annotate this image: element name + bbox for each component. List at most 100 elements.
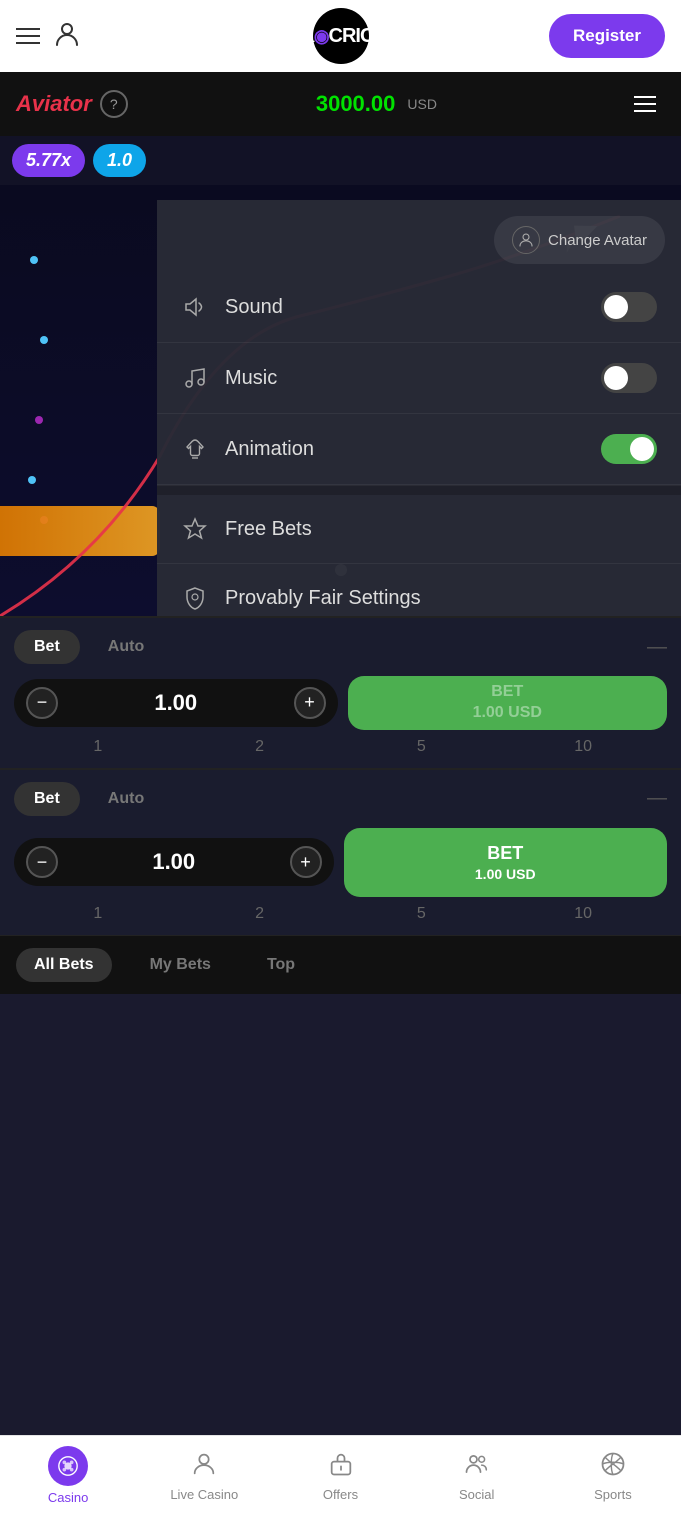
quick-bet-2-1[interactable]: 1 (22, 905, 174, 923)
star-icon (181, 515, 209, 543)
social-icon (463, 1450, 491, 1483)
bets-tab-my[interactable]: My Bets (132, 948, 229, 982)
avatar-icon (512, 226, 540, 254)
top-nav: 1◉ CRIC Register (0, 0, 681, 72)
quick-bet-1-2[interactable]: 2 (184, 738, 336, 756)
nav-casino-label: Casino (48, 1490, 88, 1505)
change-avatar-button[interactable]: Change Avatar (494, 216, 665, 264)
stepper-1-plus[interactable]: + (294, 687, 326, 719)
bet-tabs-2: Bet Auto — (14, 782, 667, 816)
bet-btn-1-line1: BET (358, 682, 658, 703)
bet-tab-2-auto[interactable]: Auto (88, 782, 164, 816)
menu-item-provably-fair[interactable]: Provably Fair Settings (157, 564, 681, 616)
menu-item-music[interactable]: Music (157, 343, 681, 414)
bet-btn-2-line1: BET (358, 842, 654, 865)
animation-icon (181, 435, 209, 463)
music-toggle-knob (604, 366, 628, 390)
stepper-2-value: 1.00 (58, 849, 290, 875)
nav-item-offers[interactable]: Offers (272, 1436, 408, 1515)
bet-btn-1-line2: 1.00 USD (358, 703, 658, 724)
quick-bet-2-5[interactable]: 5 (346, 905, 498, 923)
nav-item-sports[interactable]: Sports (545, 1436, 681, 1515)
aviator-logo: Aviator ? (16, 90, 128, 118)
bet-button-2[interactable]: BET 1.00 USD (344, 828, 668, 898)
menu-item-sound[interactable]: Sound (157, 272, 681, 343)
quick-bet-1-1[interactable]: 1 (22, 738, 174, 756)
bottom-nav-spacer (0, 994, 681, 1074)
quick-bet-1-5[interactable]: 5 (346, 738, 498, 756)
balance-area: 3000.00 USD (316, 91, 437, 117)
shield-icon (181, 584, 209, 612)
bet-panel-2: Bet Auto — − 1.00 + BET 1.00 USD 1 2 5 1… (0, 768, 681, 936)
user-icon[interactable] (52, 19, 82, 54)
settings-menu-button[interactable] (625, 84, 665, 124)
hamburger-icon[interactable] (16, 28, 40, 44)
stepper-1: − 1.00 + (14, 679, 338, 727)
animation-label: Animation (225, 438, 585, 461)
sound-toggle-knob (604, 295, 628, 319)
sports-icon (599, 1450, 627, 1483)
quick-bet-2-2[interactable]: 2 (184, 905, 336, 923)
balance-currency: USD (407, 96, 437, 112)
logo: 1◉ CRIC (313, 8, 369, 64)
animation-toggle[interactable] (601, 434, 657, 464)
bet-tabs-1: Bet Auto — (14, 630, 667, 664)
help-button[interactable]: ? (100, 90, 128, 118)
sound-icon (181, 293, 209, 321)
bet-controls-1: − 1.00 + BET 1.00 USD (14, 676, 667, 730)
stepper-1-minus[interactable]: − (26, 687, 58, 719)
quick-bet-2-10[interactable]: 10 (507, 905, 659, 923)
balance-amount: 3000.00 (316, 91, 396, 117)
nav-sports-label: Sports (594, 1487, 632, 1502)
sound-label: Sound (225, 296, 585, 319)
bet-tab-1-bet[interactable]: Bet (14, 630, 80, 664)
register-button[interactable]: Register (549, 14, 665, 58)
bets-tab-top[interactable]: Top (249, 948, 313, 982)
stepper-1-value: 1.00 (58, 690, 294, 716)
multiplier-purple: 5.77x (12, 144, 85, 177)
multiplier-bar: 5.77x 1.0 (0, 136, 681, 185)
free-bets-label: Free Bets (225, 518, 657, 541)
change-avatar-label: Change Avatar (548, 232, 647, 249)
nav-social-label: Social (459, 1487, 494, 1502)
stepper-2-plus[interactable]: + (290, 846, 322, 878)
bet-tab-1-auto[interactable]: Auto (88, 630, 164, 664)
sound-toggle[interactable] (601, 292, 657, 322)
nav-item-live-casino[interactable]: Live Casino (136, 1436, 272, 1515)
bet-panel-1-dash: — (647, 636, 667, 659)
stepper-2: − 1.00 + (14, 838, 334, 886)
offers-icon (327, 1450, 355, 1483)
music-icon (181, 364, 209, 392)
aviator-brand: Aviator (16, 91, 92, 117)
quick-bets-2: 1 2 5 10 (14, 905, 667, 923)
casino-icon (48, 1446, 88, 1486)
nav-item-social[interactable]: Social (409, 1436, 545, 1515)
nav-live-casino-label: Live Casino (170, 1487, 238, 1502)
multiplier-cyan: 1.0 (93, 144, 146, 177)
provably-fair-label: Provably Fair Settings (225, 587, 657, 610)
bet-tab-2-bet[interactable]: Bet (14, 782, 80, 816)
music-toggle[interactable] (601, 363, 657, 393)
bets-tabs-bar: All Bets My Bets Top (0, 935, 681, 994)
nav-left (16, 19, 82, 54)
change-avatar-row: Change Avatar (157, 200, 681, 272)
bottom-nav: Casino Live Casino Offers (0, 1435, 681, 1515)
live-casino-icon (190, 1450, 218, 1483)
menu-item-animation[interactable]: Animation (157, 414, 681, 485)
nav-item-casino[interactable]: Casino (0, 1436, 136, 1515)
music-label: Music (225, 367, 585, 390)
animation-toggle-knob (630, 437, 654, 461)
menu-item-free-bets[interactable]: Free Bets (157, 495, 681, 564)
nav-offers-label: Offers (323, 1487, 358, 1502)
bets-tab-all[interactable]: All Bets (16, 948, 112, 982)
bet-panel-2-dash: — (647, 787, 667, 810)
logo-circle: 1◉ CRIC (313, 8, 369, 64)
quick-bets-1: 1 2 5 10 (14, 738, 667, 756)
menu-divider-1 (157, 485, 681, 495)
stepper-2-minus[interactable]: − (26, 846, 58, 878)
bet-panel-1: Bet Auto — − 1.00 + BET 1.00 USD 1 2 5 1… (0, 616, 681, 768)
game-header: Aviator ? 3000.00 USD (0, 72, 681, 136)
quick-bet-1-10[interactable]: 10 (507, 738, 659, 756)
bet-button-1[interactable]: BET 1.00 USD (348, 676, 668, 730)
bet-controls-2: − 1.00 + BET 1.00 USD (14, 828, 667, 898)
